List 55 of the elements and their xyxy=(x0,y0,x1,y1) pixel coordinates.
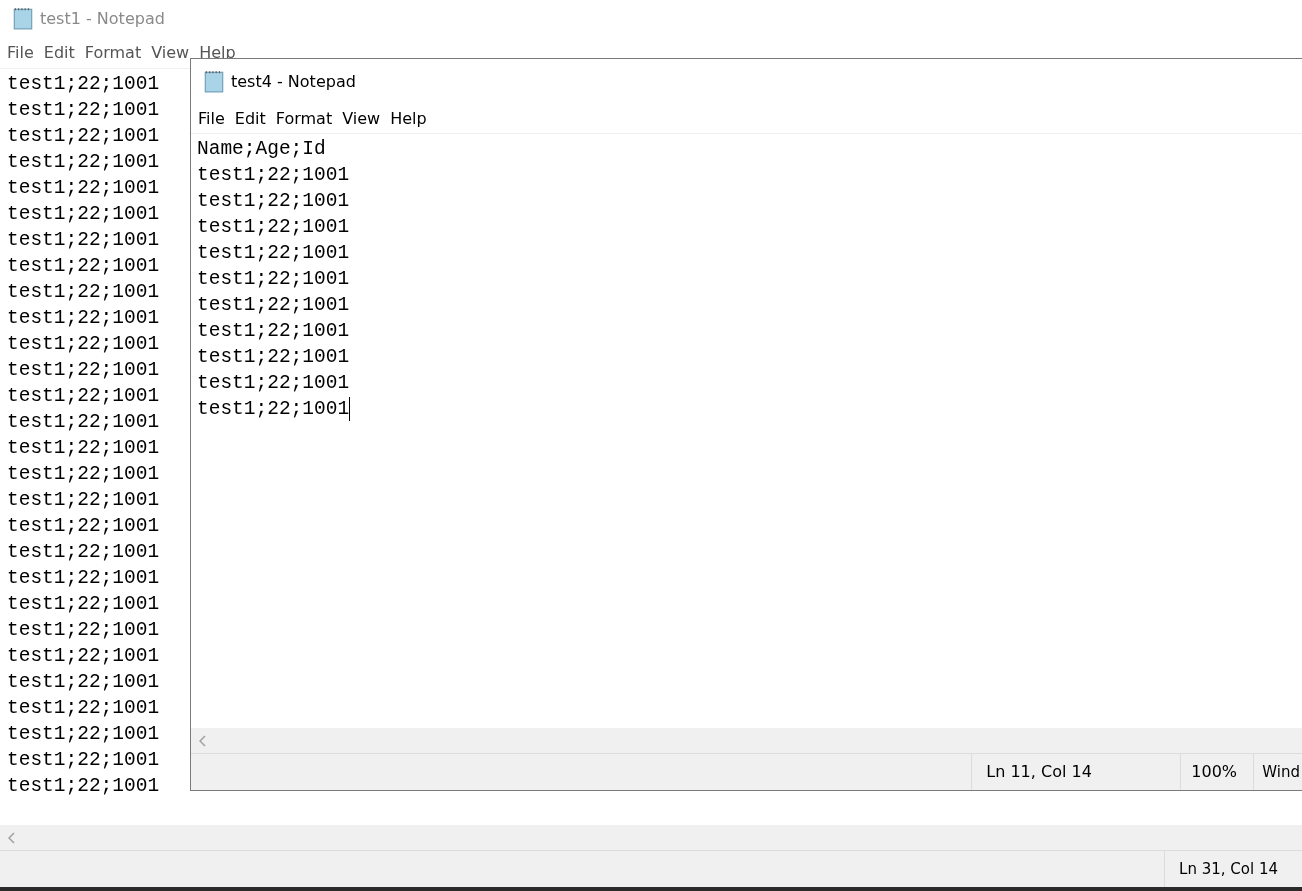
menu-item[interactable]: Edit xyxy=(234,108,266,128)
text-line: test1;22;1001 xyxy=(7,72,160,97)
status-text: Ln 11, Col 14 xyxy=(971,754,1181,790)
text-line: test1;22;1001 xyxy=(7,540,160,565)
text-line: test1;22;1001 xyxy=(197,163,350,188)
text-line: test1;22;1001 xyxy=(7,124,160,149)
text-line: test1;22;1001 xyxy=(7,202,160,227)
status-text: Wind xyxy=(1253,754,1302,790)
text-line: test1;22;1001 xyxy=(197,215,350,240)
text-line: test1;22;1001 xyxy=(7,306,160,331)
text-line: test1;22;1001 xyxy=(7,410,160,435)
text-line: test1;22;1001 xyxy=(7,722,160,747)
scroll-left-icon[interactable] xyxy=(8,831,16,844)
text-line: test1;22;1001 xyxy=(7,358,160,383)
text-line: test1;22;1001 xyxy=(7,592,160,617)
text-line: test1;22;1001 xyxy=(197,267,350,292)
text-line: test1;22;1001 xyxy=(197,396,351,422)
notepad-icon xyxy=(12,6,34,30)
text-line: test1;22;1001 xyxy=(7,176,160,201)
text-line: test1;22;1001 xyxy=(7,514,160,539)
text-line: test1;22;1001 xyxy=(197,371,350,396)
text-line: test1;22;1001 xyxy=(7,774,160,799)
text-line: test1;22;1001 xyxy=(197,345,350,370)
horizontal-scrollbar[interactable] xyxy=(0,825,1302,851)
text-line: test1;22;1001 xyxy=(7,150,160,175)
text-line: test1;22;1001 xyxy=(7,670,160,695)
text-line: test1;22;1001 xyxy=(7,436,160,461)
text-line: test1;22;1001 xyxy=(7,488,160,513)
text-line: test1;22;1001 xyxy=(7,280,160,305)
status-text: 100% xyxy=(1180,754,1254,790)
text-line: test1;22;1001 xyxy=(7,228,160,253)
scroll-left-icon[interactable] xyxy=(199,734,207,747)
text-line: test1;22;1001 xyxy=(197,293,350,318)
window-title: test4 - Notepad xyxy=(231,71,356,91)
menu-item[interactable]: Help xyxy=(390,108,427,128)
text-line: test1;22;1001 xyxy=(7,332,160,357)
text-line: test1;22;1001 xyxy=(7,384,160,409)
text-line: test1;22;1001 xyxy=(7,254,160,279)
text-line: test1;22;1001 xyxy=(197,319,350,344)
text-line: test1;22;1001 xyxy=(7,618,160,643)
menu-item[interactable]: File xyxy=(198,108,225,128)
text-line: test1;22;1001 xyxy=(197,241,350,266)
text-line: test1;22;1001 xyxy=(197,189,350,214)
horizontal-scrollbar[interactable] xyxy=(191,728,1302,754)
notepad-icon xyxy=(203,69,225,93)
text-line: test1;22;1001 xyxy=(7,644,160,669)
menu-item[interactable]: Format xyxy=(275,108,333,128)
text-line: test1;22;1001 xyxy=(7,748,160,773)
text-line: test1;22;1001 xyxy=(7,566,160,591)
text-line: Name;Age;Id xyxy=(197,137,326,162)
text-line: test1;22;1001 xyxy=(7,462,160,487)
text-line: test1;22;1001 xyxy=(7,696,160,721)
window-title: test1 - Notepad xyxy=(40,8,165,28)
menu-item[interactable]: View xyxy=(342,108,381,128)
text-line: test1;22;1001 xyxy=(7,98,160,123)
